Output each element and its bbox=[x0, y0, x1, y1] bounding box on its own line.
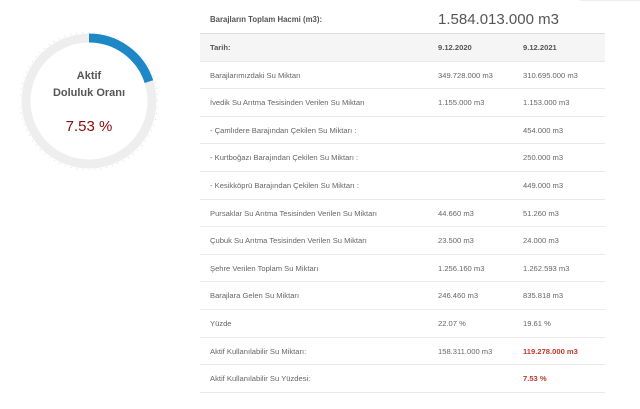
table-row: - Kesikköprü Barajından Çekilen Su Mikta… bbox=[200, 172, 605, 200]
row-value-2020: 1.155.000 m3 bbox=[438, 98, 485, 108]
row-value-2020: 44.660 m3 bbox=[438, 208, 474, 218]
table-row: Pursaklar Su Arıtma Tesisinden Verilen S… bbox=[200, 200, 605, 228]
row-label: - Kesikköprü Barajından Çekilen Su Mikta… bbox=[210, 180, 359, 190]
dam-stats-table: Barajların Toplam Hacmi (m3): 1.584.013.… bbox=[200, 6, 605, 393]
row-value-2020: 1.256.160 m3 bbox=[438, 263, 485, 273]
row-label: Pursaklar Su Arıtma Tesisinden Verilen S… bbox=[210, 208, 377, 218]
table-row: - Kurtboğazı Barajından Çekilen Su Mikta… bbox=[200, 144, 605, 172]
row-value-2021: 1.153.000 m3 bbox=[523, 98, 570, 108]
row-value-2021: 310.695.000 m3 bbox=[523, 70, 578, 80]
table-row: Yüzde 22.07 % 19.61 % bbox=[200, 310, 605, 338]
total-capacity-row: Barajların Toplam Hacmi (m3): 1.584.013.… bbox=[200, 6, 605, 34]
row-value-2021: 1.262.593 m3 bbox=[523, 263, 570, 273]
date-row: Tarih: 9.12.2020 9.12.2021 bbox=[200, 34, 605, 62]
row-value-2020: 23.500 m3 bbox=[438, 236, 474, 246]
row-label: Barajlarımızdaki Su Miktarı bbox=[210, 70, 301, 80]
row-label: Şehre Verilen Toplam Su Miktarı bbox=[210, 263, 319, 273]
table-row: Çubuk Su Arıtma Tesisinden Verilen Su Mi… bbox=[200, 227, 605, 255]
row-label: - Kurtboğazı Barajından Çekilen Su Mikta… bbox=[210, 153, 359, 163]
total-capacity-label: Barajların Toplam Hacmi (m3): bbox=[210, 15, 323, 24]
date-col1: 9.12.2020 bbox=[438, 43, 472, 52]
gauge-value: 7.53 % bbox=[65, 118, 113, 135]
gauge-title-line1: Aktif bbox=[76, 70, 102, 82]
date-col2: 9.12.2021 bbox=[523, 43, 557, 52]
date-label: Tarih: bbox=[210, 43, 231, 52]
row-value-2021: 7.53 % bbox=[523, 374, 547, 384]
row-value-2021: 19.61 % bbox=[523, 318, 551, 328]
occupancy-gauge: Aktif Doluluk Oranı 7.53 % bbox=[20, 32, 158, 170]
row-value-2020: 22.07 % bbox=[438, 318, 466, 328]
row-label: Aktif Kullanılabilir Su Miktarı: bbox=[210, 346, 307, 356]
gauge-title-line2: Doluluk Oranı bbox=[52, 87, 126, 99]
row-value-2020: 158.311.000 m3 bbox=[438, 346, 493, 356]
row-value-2021: 250.000 m3 bbox=[523, 153, 564, 163]
row-label: Aktif Kullanılabilir Su Yüzdesi: bbox=[210, 374, 311, 384]
table-row: Barajlarımızdaki Su Miktarı 349.728.000 … bbox=[200, 62, 605, 90]
row-value-2021: 51.260 m3 bbox=[523, 208, 559, 218]
row-label: Yüzde bbox=[210, 318, 232, 328]
row-label: Barajlara Gelen Su Miktarı bbox=[210, 291, 300, 301]
row-value-2020: 349.728.000 m3 bbox=[438, 70, 493, 80]
row-value-2021: 454.000 m3 bbox=[523, 125, 564, 135]
row-value-2021: 449.000 m3 bbox=[523, 180, 564, 190]
table-row: İvedik Su Arıtma Tesisinden Verilen Su M… bbox=[200, 89, 605, 117]
row-label: İvedik Su Arıtma Tesisinden Verilen Su M… bbox=[210, 98, 365, 108]
row-value-2021: 835.818 m3 bbox=[523, 291, 564, 301]
table-row: Barajlara Gelen Su Miktarı 246.460 m3 83… bbox=[200, 282, 605, 310]
row-label: Çubuk Su Arıtma Tesisinden Verilen Su Mi… bbox=[210, 236, 367, 246]
table-row: Aktif Kullanılabilir Su Yüzdesi: 7.53 % bbox=[200, 365, 605, 393]
row-value-2020: 246.460 m3 bbox=[438, 291, 479, 301]
row-label: - Çamlıdere Barajından Çekilen Su Miktar… bbox=[210, 125, 357, 135]
total-capacity-value: 1.584.013.000 m3 bbox=[438, 11, 559, 28]
table-row: Şehre Verilen Toplam Su Miktarı 1.256.16… bbox=[200, 255, 605, 283]
row-value-2021: 24.000 m3 bbox=[523, 236, 559, 246]
table-row: - Çamlıdere Barajından Çekilen Su Miktar… bbox=[200, 117, 605, 145]
table-row: Aktif Kullanılabilir Su Miktarı: 158.311… bbox=[200, 338, 605, 366]
row-value-2021: 119.278.000 m3 bbox=[523, 346, 578, 356]
